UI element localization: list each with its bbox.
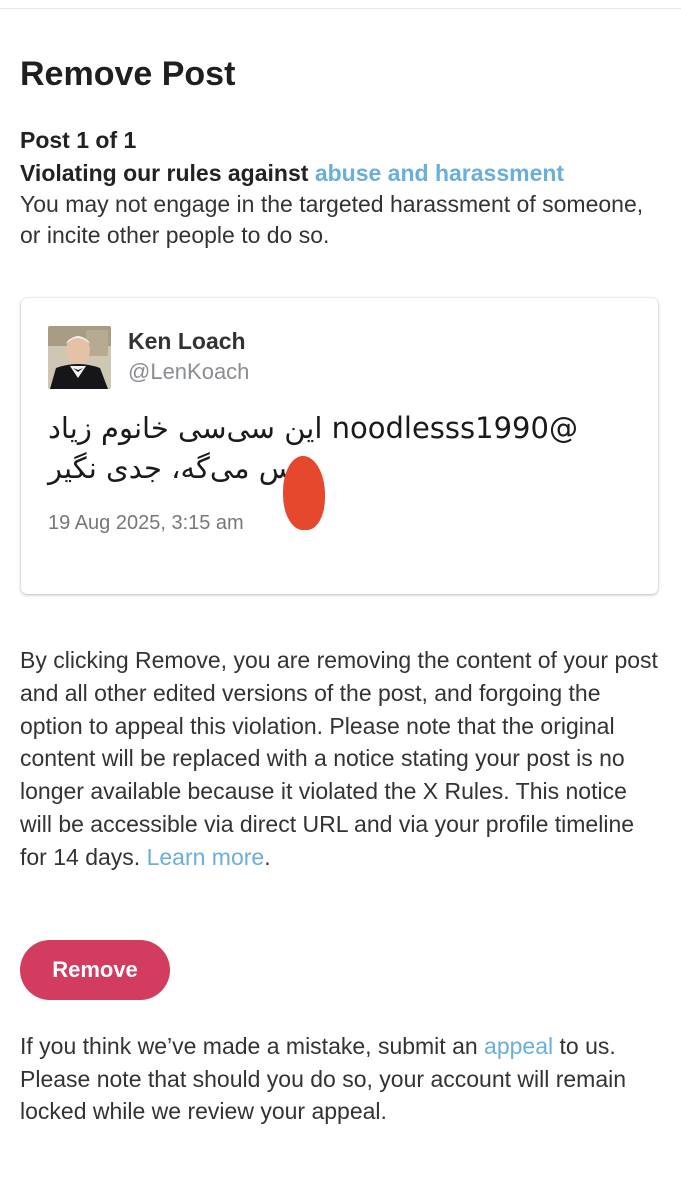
post-card: Ken Loach @LenKoach @noodlesss1990 این س…: [21, 298, 658, 594]
post-text-line-2: س می‌گه، جدی نگیر: [48, 451, 295, 485]
remove-button[interactable]: Remove: [20, 940, 170, 1000]
violation-summary: Remove Post Post 1 of 1 Violating our ru…: [20, 48, 660, 251]
post-text-line-1: @noodlesss1990 این سی‌سی خانوم زیاد: [48, 411, 578, 445]
post-text: @noodlesss1990 این سی‌سی خانوم زیاد س می…: [48, 408, 618, 488]
appeal-note-prefix: If you think we’ve made a mistake, submi…: [20, 1033, 478, 1059]
redaction-mark: [283, 456, 325, 530]
appeal-link[interactable]: appeal: [484, 1033, 553, 1059]
post-count: Post 1 of 1: [20, 127, 137, 153]
learn-more-link[interactable]: Learn more: [147, 844, 265, 870]
post-timestamp: 19 Aug 2025, 3:15 am: [48, 512, 244, 534]
violation-rule-prefix: Violating our rules against: [20, 160, 309, 186]
page-title: Remove Post: [20, 55, 236, 93]
author-avatar: [48, 326, 111, 389]
author-name: Ken Loach: [128, 328, 246, 354]
rule-link[interactable]: abuse and harassment: [315, 160, 564, 186]
removal-notice: By clicking Remove, you are removing the…: [20, 644, 660, 874]
avatar-photo-icon: [48, 326, 111, 389]
removal-notice-text: By clicking Remove, you are removing the…: [20, 647, 658, 870]
violation-rule-line: Violating our rules against abuse and ha…: [20, 157, 660, 189]
notice-period: .: [264, 843, 271, 870]
rule-description: You may not engage in the targeted haras…: [20, 191, 644, 248]
appeal-note: If you think we’ve made a mistake, submi…: [20, 1030, 660, 1128]
top-divider: [0, 8, 681, 9]
author-handle: @LenKoach: [128, 359, 250, 384]
